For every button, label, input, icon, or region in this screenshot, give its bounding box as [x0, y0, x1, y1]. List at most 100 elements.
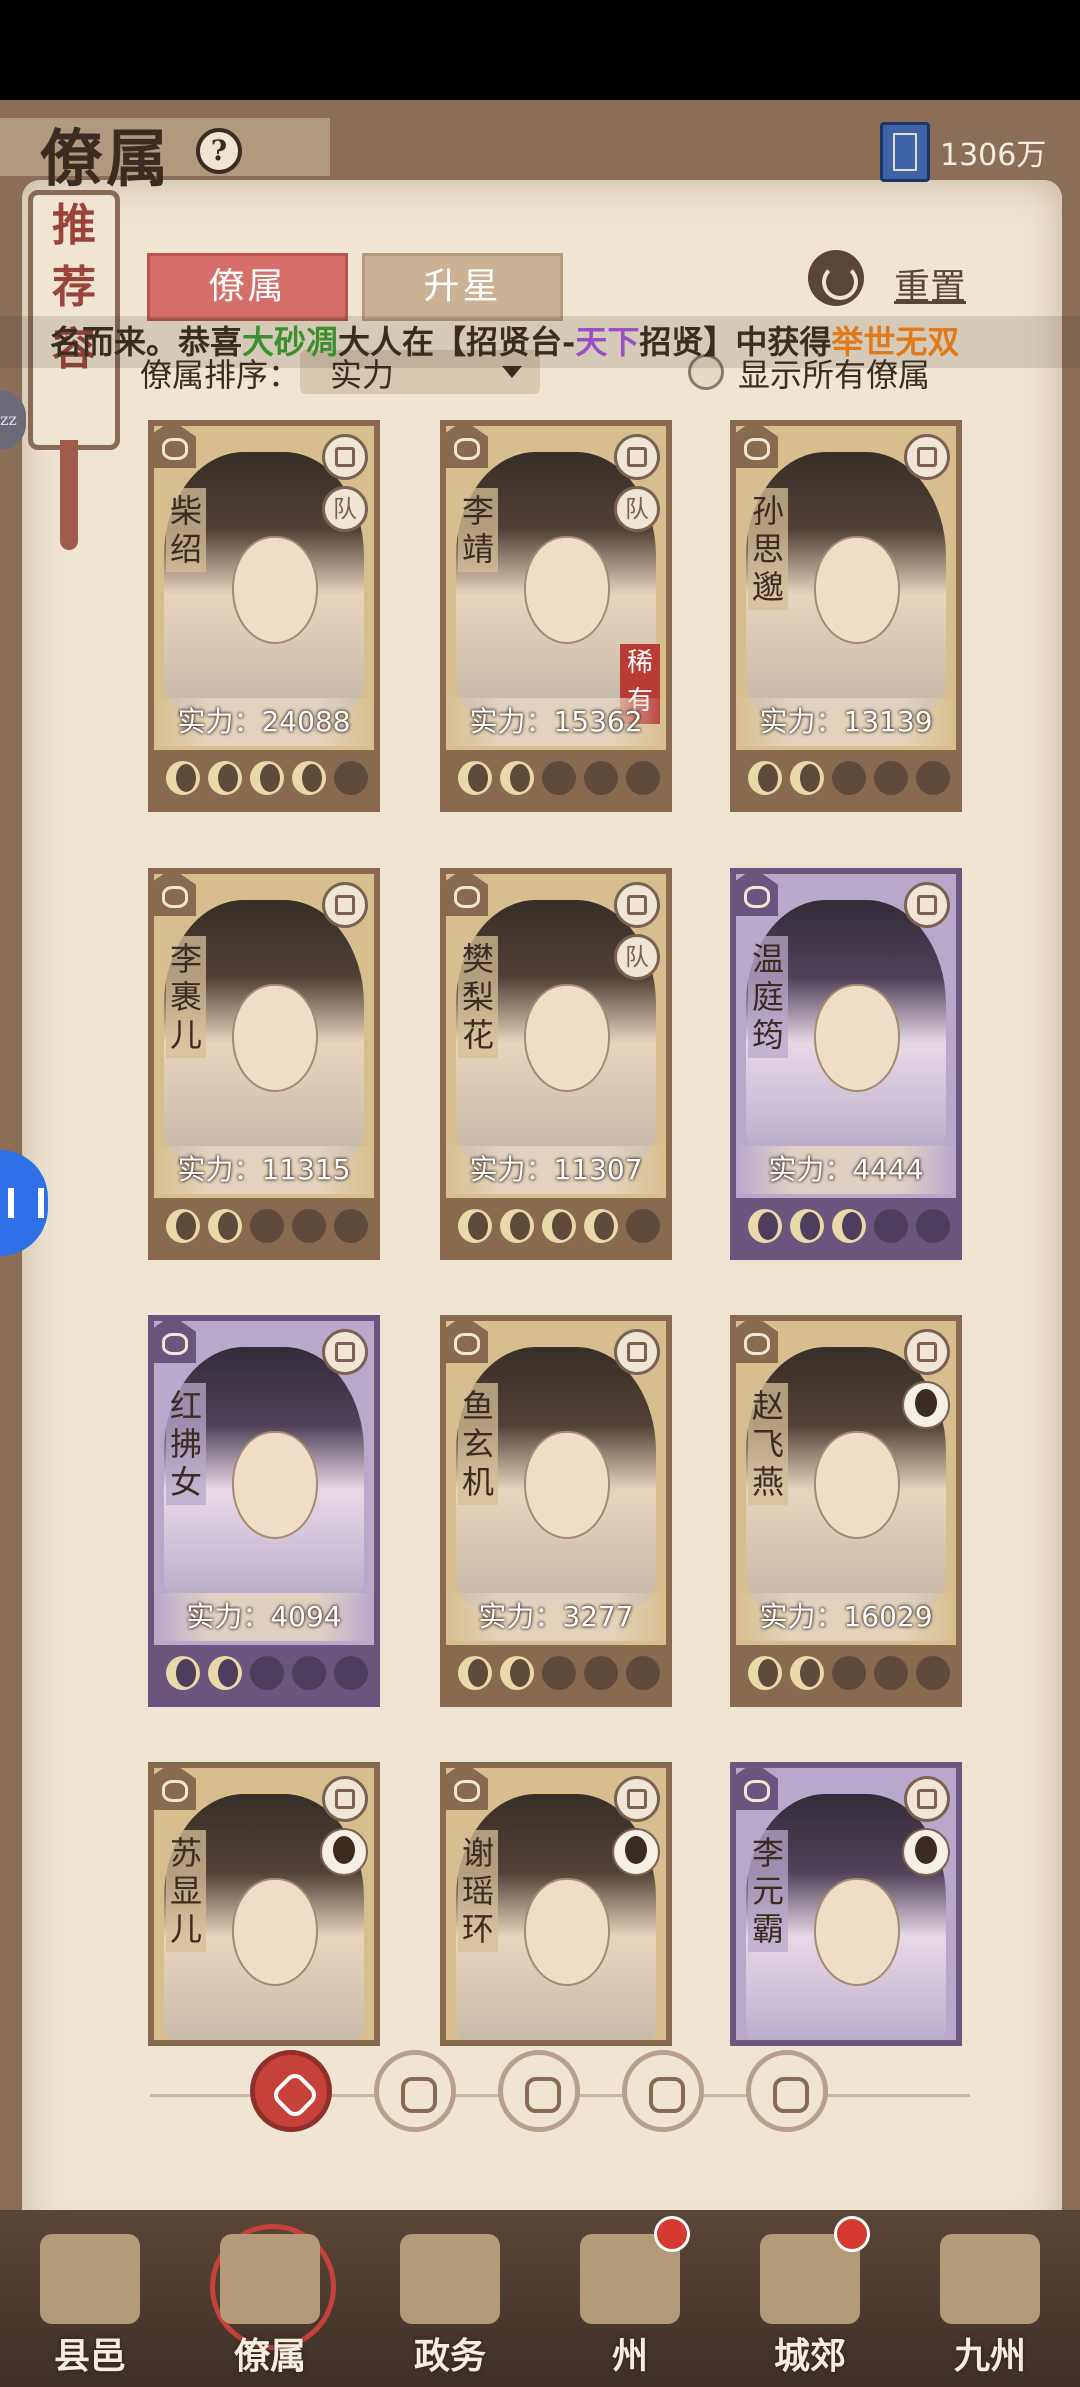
bookmark-char: 推 [52, 200, 96, 251]
subordinate-card[interactable]: 队 柴绍 实力：24088 [148, 420, 380, 812]
star-row [736, 750, 956, 806]
skill-icon [614, 1329, 660, 1375]
currency-display[interactable]: 1306万 [880, 122, 1070, 182]
class-icon [736, 1321, 778, 1363]
notification-dot [654, 2216, 690, 2252]
power-value: 实力：3277 [446, 1593, 666, 1641]
empty-star-icon [874, 1209, 908, 1243]
moon-star-icon [208, 1656, 242, 1690]
portrait-face [232, 1431, 318, 1539]
class-icon [446, 874, 488, 916]
nav-label: 州 [611, 2335, 648, 2377]
subordinate-card[interactable]: 红拂女 实力：4094 [148, 1315, 380, 1707]
empty-star-icon [334, 1209, 368, 1243]
moon-star-icon [790, 761, 824, 795]
class-icon [154, 874, 196, 916]
nav-label: 九州 [953, 2335, 1026, 2377]
subordinate-card[interactable]: 队 樊梨花 实力：11307 [440, 868, 672, 1260]
nav-item[interactable]: 县邑 [0, 2210, 180, 2387]
book-icon [880, 122, 930, 182]
subordinate-card[interactable]: 赵飞燕 实力：16029 [730, 1315, 962, 1707]
reset-button[interactable]: 重置 [808, 250, 968, 310]
empty-star-icon [334, 1656, 368, 1690]
bottom-nav: 县邑 僚属 政务 州 城郊 九州 [0, 2210, 1080, 2387]
star-row [446, 1645, 666, 1701]
nav-label: 城郊 [773, 2335, 846, 2377]
subordinate-name: 李元霸 [748, 1830, 788, 1952]
reset-label: 重置 [894, 267, 967, 308]
moon-star-icon [790, 1656, 824, 1690]
subordinate-card[interactable]: 李元霸 [730, 1762, 962, 2046]
class-filter-2-button[interactable] [498, 2050, 580, 2132]
moon-star-icon [458, 1656, 492, 1690]
skill-icon [322, 434, 368, 480]
all-filter-button[interactable] [250, 2050, 332, 2132]
nav-item[interactable]: 州 [540, 2210, 720, 2387]
announcement-marquee: 名而来。恭喜大砂凋大人在【招贤台-天下招贤】中获得举世无双 [0, 316, 1080, 368]
subordinate-name: 李靖 [458, 488, 498, 572]
moon-star-icon [166, 761, 200, 795]
moon-star-icon [500, 1656, 534, 1690]
empty-star-icon [832, 1656, 866, 1690]
subordinate-card[interactable]: 温庭筠 实力：4444 [730, 868, 962, 1260]
skill-icon [614, 1776, 660, 1822]
empty-star-icon [626, 1209, 660, 1243]
class-icon [446, 426, 488, 468]
moon-star-icon [458, 761, 492, 795]
marquee-player: 大砂凋 [242, 323, 339, 361]
team-badge: 队 [614, 934, 660, 980]
power-value: 实力：24088 [154, 698, 374, 746]
marquee-text: 名而来。恭喜 [50, 323, 243, 361]
subordinate-card[interactable]: 谢瑶环 [440, 1762, 672, 2046]
team-badge: 队 [614, 486, 660, 532]
nav-item[interactable]: 九州 [900, 2210, 1080, 2387]
moon-star-icon [250, 761, 284, 795]
nav-item[interactable]: 城郊 [720, 2210, 900, 2387]
reset-icon [808, 250, 864, 306]
star-row [154, 1198, 374, 1254]
moon-star-icon [500, 761, 534, 795]
empty-star-icon [584, 1656, 618, 1690]
portrait-face [524, 1878, 610, 1986]
moon-star-icon [584, 1209, 618, 1243]
class-filter-3-button[interactable] [622, 2050, 704, 2132]
class-icon [154, 1321, 196, 1363]
power-value: 实力：4094 [154, 1593, 374, 1641]
subordinate-card[interactable]: 苏显儿 [148, 1762, 380, 2046]
class-icon [154, 426, 196, 468]
class-filter-1-button[interactable] [374, 2050, 456, 2132]
nav-item[interactable]: 政务 [360, 2210, 540, 2387]
help-icon[interactable]: ? [196, 128, 242, 174]
skill-icon [614, 882, 660, 928]
subordinate-card[interactable]: 李裹儿 实力：11315 [148, 868, 380, 1260]
subordinate-name: 谢瑶环 [458, 1830, 498, 1952]
moon-star-icon [832, 1209, 866, 1243]
tab-upgrade-star[interactable]: 升星 [362, 253, 563, 321]
moon-star-icon [166, 1209, 200, 1243]
page-title: 僚属 [40, 122, 173, 195]
class-filter-4-button[interactable] [746, 2050, 828, 2132]
tab-subordinates[interactable]: 僚属 [147, 253, 348, 321]
portrait-face [814, 1431, 900, 1539]
portrait-face [524, 984, 610, 1092]
empty-star-icon [542, 761, 576, 795]
skill-icon [322, 882, 368, 928]
subordinate-card[interactable]: 队稀有李靖实力：15362 [440, 420, 672, 812]
portrait-face [814, 1878, 900, 1986]
empty-star-icon [334, 761, 368, 795]
empty-star-icon [292, 1656, 326, 1690]
power-value: 实力：16029 [736, 1593, 956, 1641]
empty-star-icon [250, 1209, 284, 1243]
empty-star-icon [874, 1656, 908, 1690]
tassel-decoration [60, 440, 78, 550]
portrait-face [524, 536, 610, 644]
power-value: 实力：4444 [736, 1146, 956, 1194]
subordinate-card[interactable]: 孙思邈 实力：13139 [730, 420, 962, 812]
marquee-text: 大人在【招贤台- [338, 323, 576, 361]
marquee-item: 举世无双 [831, 323, 960, 361]
subordinate-card[interactable]: 鱼玄机 实力：3277 [440, 1315, 672, 1707]
skill-icon [904, 882, 950, 928]
nav-item[interactable]: 僚属 [180, 2210, 360, 2387]
empty-star-icon [916, 1209, 950, 1243]
nav-building-icon [940, 2234, 1040, 2324]
